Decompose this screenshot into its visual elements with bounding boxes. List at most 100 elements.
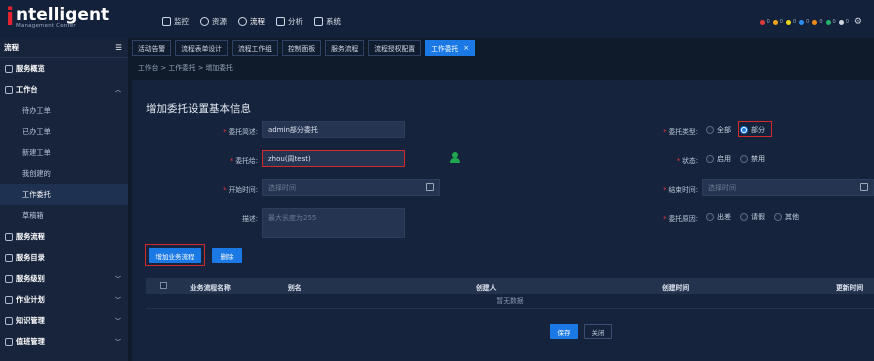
tab-form-design[interactable]: 流程表单设计 — [175, 40, 228, 56]
sidebar-item-service-level[interactable]: 服务级别 ﹀ — [0, 268, 128, 289]
alert-count: 0 — [806, 19, 810, 25]
select-all-checkbox[interactable] — [160, 282, 167, 289]
start-time-placeholder: 选择时间 — [268, 183, 296, 192]
status-radio-disabled[interactable]: 禁用 — [740, 154, 765, 164]
sidebar-item-label: 工作台 — [16, 84, 38, 94]
catalog-icon — [5, 253, 13, 262]
collapse-menu-icon[interactable]: ☰ — [115, 43, 122, 52]
table-empty-message: 暂无数据 — [146, 294, 874, 309]
sidebar-item-service-overview[interactable]: 服务概览 — [0, 58, 128, 79]
start-time-label-text: 开始时间: — [228, 186, 258, 194]
menu-monitor[interactable]: 监控 — [162, 14, 189, 28]
type-label: * 委托类型: — [602, 126, 698, 136]
radio-dot — [774, 213, 782, 221]
radio-label: 其他 — [785, 213, 799, 221]
end-time-placeholder: 选择时间 — [708, 183, 736, 192]
sidebar-item-label: 新建工单 — [22, 147, 51, 157]
sidebar-item-knowledge[interactable]: 知识管理 ﹀ — [0, 310, 128, 331]
menu-resource[interactable]: 资源 — [200, 14, 227, 28]
chevron-down-icon: ﹀ — [114, 318, 121, 325]
end-time-input[interactable]: 选择时间 — [702, 179, 874, 196]
tab-label: 控制面板 — [287, 45, 316, 53]
alert-count: 0 — [819, 19, 823, 25]
tab-service-flow[interactable]: 服务流程 — [325, 40, 365, 56]
close-button[interactable]: 关闭 — [584, 324, 612, 339]
menu-process[interactable]: 流程 — [238, 14, 265, 28]
sidebar-item-work-delegation[interactable]: 工作委托 — [0, 184, 128, 205]
sidebar-item-label: 已办工单 — [22, 126, 51, 136]
alert-dot-info — [812, 19, 818, 25]
menu-monitor-label: 监控 — [174, 16, 189, 26]
radio-label: 出差 — [717, 213, 731, 221]
alert-status-counts[interactable]: 0 0 0 0 0 0 0 ⚙ — [759, 17, 862, 27]
alert-dot-normal — [825, 19, 831, 25]
col-alias: 别名 — [288, 284, 302, 292]
delegate-label: * 委托给: — [172, 155, 258, 165]
sidebar-item-job-plan[interactable]: 作业计划 ﹀ — [0, 289, 128, 310]
alert-dot-warning — [799, 19, 805, 25]
start-time-input[interactable]: 选择时间 — [262, 179, 440, 196]
tab-label: 流程授权配置 — [374, 45, 416, 53]
required-mark: * — [676, 157, 681, 165]
menu-analysis-label: 分析 — [288, 16, 303, 26]
menu-analysis[interactable]: 分析 — [276, 14, 303, 28]
top-menu: 监控 资源 流程 分析 系统 — [162, 14, 341, 28]
tab-active-alarms[interactable]: 活动告警 — [132, 40, 172, 56]
chevron-down-icon: ﹀ — [114, 276, 121, 283]
tab-auth-config[interactable]: 流程授权配置 — [368, 40, 422, 56]
sla-icon — [5, 274, 13, 283]
menu-resource-label: 资源 — [212, 16, 227, 26]
calendar-icon — [426, 183, 434, 191]
radio-dot — [740, 213, 748, 221]
flow-icon — [5, 232, 13, 241]
sidebar-item-duty[interactable]: 值班管理 ﹀ — [0, 331, 128, 352]
sidebar-item-todo[interactable]: 待办工单 — [0, 100, 128, 121]
note-textarea[interactable]: 最大长度为255 — [262, 208, 405, 238]
delegate-input[interactable]: zhou(周test) — [262, 150, 405, 167]
required-mark: * — [223, 186, 227, 194]
delegate-input-value: zhou(周test) — [268, 154, 311, 163]
settings-gear-icon[interactable]: ⚙ — [854, 17, 862, 27]
tab-work-delegation[interactable]: 工作委托 × — [425, 40, 476, 56]
radio-label: 全部 — [717, 126, 731, 134]
required-mark: * — [229, 157, 234, 165]
reason-radio-other[interactable]: 其他 — [774, 212, 799, 222]
menu-system[interactable]: 系统 — [314, 14, 341, 28]
sidebar-item-drafts[interactable]: 草稿箱 — [0, 205, 128, 226]
sidebar-item-label: 服务概览 — [16, 63, 45, 73]
sidebar-header-label: 流程 — [4, 43, 19, 52]
status-radio-enabled[interactable]: 启用 — [706, 154, 731, 164]
delete-button[interactable]: 删除 — [212, 248, 242, 263]
logo-subtitle: Management Center — [16, 23, 76, 29]
note-placeholder: 最大长度为255 — [268, 214, 317, 222]
save-button[interactable]: 保存 — [550, 324, 578, 339]
alert-count: 0 — [845, 19, 849, 25]
breadcrumb: 工作台 > 工作委托 > 增加委托 — [138, 64, 233, 72]
user-picker-icon[interactable] — [450, 152, 460, 164]
tab-label: 活动告警 — [138, 45, 166, 53]
sidebar-item-done[interactable]: 已办工单 — [0, 121, 128, 142]
tab-control-panel[interactable]: 控制面板 — [281, 40, 322, 56]
add-business-flow-button[interactable]: 增加业务流程 — [149, 248, 201, 263]
sidebar-item-my-created[interactable]: 我创建的 — [0, 163, 128, 184]
tab-work-group[interactable]: 流程工作组 — [231, 40, 278, 56]
chevron-down-icon: ﹀ — [114, 297, 121, 304]
sidebar-item-service-flow[interactable]: 服务流程 — [0, 226, 128, 247]
logo: i ntelligent Management Center — [4, 4, 134, 34]
sidebar-item-new-ticket[interactable]: 新建工单 — [0, 142, 128, 163]
tab-bar: 活动告警 流程表单设计 流程工作组 控制面板 服务流程 流程授权配置 工作委托 × — [132, 40, 874, 57]
desc-input[interactable]: admin部分委托 — [262, 121, 405, 138]
desk-icon — [5, 85, 13, 94]
sidebar-item-service-catalog[interactable]: 服务目录 — [0, 247, 128, 268]
close-icon[interactable]: × — [463, 44, 469, 52]
tab-label: 工作委托 — [431, 45, 459, 53]
reason-radio-trip[interactable]: 出差 — [706, 212, 731, 222]
required-mark: * — [223, 128, 227, 136]
type-radio-all[interactable]: 全部 — [706, 125, 731, 135]
knowledge-icon — [5, 316, 13, 325]
sidebar-item-workbench[interactable]: 工作台 ︿ — [0, 79, 128, 100]
duty-icon — [5, 337, 13, 346]
reason-radio-leave[interactable]: 请假 — [740, 212, 765, 222]
sidebar-item-label: 服务目录 — [16, 252, 45, 262]
chevron-up-icon: ︿ — [114, 87, 121, 94]
